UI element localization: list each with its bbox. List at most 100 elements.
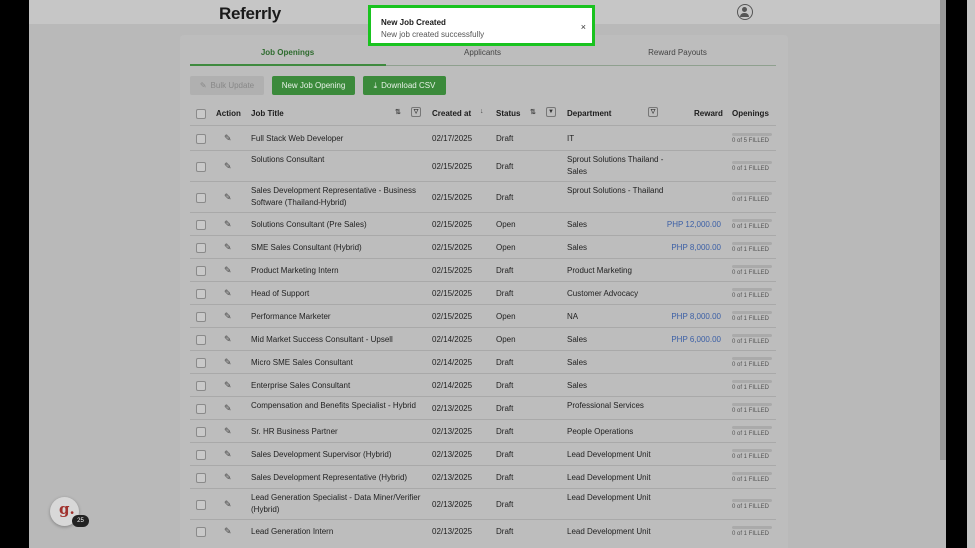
edit-icon[interactable]: ✎ xyxy=(224,242,232,253)
row-checkbox[interactable] xyxy=(196,312,206,322)
table-row[interactable]: ✎ Performance Marketer 02/15/2025 Open NA PHP… xyxy=(190,304,776,328)
openings-count: 0 of 1 FILLED xyxy=(732,362,770,368)
header-created-at[interactable]: Created at xyxy=(432,109,471,118)
table-row[interactable]: ✎ Micro SME Sales Consultant 02/14/2025 Dra… xyxy=(190,350,776,374)
edit-icon[interactable]: ✎ xyxy=(224,426,232,437)
job-title-cell[interactable]: Lead Generation Intern xyxy=(251,526,421,538)
job-title-cell[interactable]: Product Marketing Intern xyxy=(251,265,421,277)
row-checkbox[interactable] xyxy=(196,500,206,510)
sort-icon[interactable]: ⇅ xyxy=(530,108,536,116)
user-icon[interactable] xyxy=(737,4,753,20)
job-title-cell[interactable]: Solutions Consultant xyxy=(251,154,421,166)
job-title-cell[interactable]: Head of Support xyxy=(251,288,421,300)
job-title-cell[interactable]: Micro SME Sales Consultant xyxy=(251,357,421,369)
table-row[interactable]: ✎ Sr. HR Business Partner 02/13/2025 Draft P… xyxy=(190,419,776,443)
job-title-cell[interactable]: SME Sales Consultant (Hybrid) xyxy=(251,242,421,254)
edit-icon[interactable]: ✎ xyxy=(224,192,232,203)
job-title-cell[interactable]: Solutions Consultant (Pre Sales) xyxy=(251,219,421,231)
sort-desc-icon[interactable]: ↓ xyxy=(480,108,484,115)
tab-job-openings[interactable]: Job Openings xyxy=(190,48,385,57)
table-row[interactable]: ✎ Sales Development Representative - Busi… xyxy=(190,181,776,213)
department-cell: Sales xyxy=(567,381,588,390)
table-row[interactable]: ✎ Product Marketing Intern 02/15/2025 Draft… xyxy=(190,258,776,282)
status-cell: Draft xyxy=(496,500,514,509)
bulk-update-button[interactable]: ✎ Bulk Update xyxy=(190,76,264,95)
status-cell: Draft xyxy=(496,527,514,536)
job-title-cell[interactable]: Performance Marketer xyxy=(251,311,421,323)
page-scrollbar[interactable] xyxy=(940,0,946,460)
job-title-cell[interactable]: Full Stack Web Developer xyxy=(251,133,421,145)
header-job-title[interactable]: Job Title xyxy=(251,109,284,118)
status-cell: Draft xyxy=(496,358,514,367)
job-title-cell[interactable]: Sales Development Representative (Hybrid… xyxy=(251,472,421,484)
table-row[interactable]: ✎ Mid Market Success Consultant - Upsell 0… xyxy=(190,327,776,351)
new-job-opening-button[interactable]: New Job Opening xyxy=(272,76,355,95)
row-checkbox[interactable] xyxy=(196,381,206,391)
header-status[interactable]: Status xyxy=(496,109,520,118)
row-checkbox[interactable] xyxy=(196,450,206,460)
job-title-cell[interactable]: Compensation and Benefits Specialist - H… xyxy=(251,400,421,412)
edit-icon[interactable]: ✎ xyxy=(224,499,232,510)
department-cell: Sales xyxy=(567,358,588,367)
openings-progress-bar xyxy=(732,242,772,245)
edit-icon[interactable]: ✎ xyxy=(224,357,232,368)
table-row[interactable]: ✎ Sales Development Supervisor (Hybrid) 02… xyxy=(190,442,776,466)
table-row[interactable]: ✎ Solutions Consultant 02/15/2025 Draft Spro… xyxy=(190,150,776,182)
edit-icon[interactable]: ✎ xyxy=(224,449,232,460)
row-checkbox[interactable] xyxy=(196,220,206,230)
filter-icon[interactable]: ▼ xyxy=(546,107,556,117)
edit-icon[interactable]: ✎ xyxy=(224,403,232,414)
edit-icon[interactable]: ✎ xyxy=(224,380,232,391)
openings-progress-bar xyxy=(732,288,772,291)
table-row[interactable]: ✎ Sales Development Representative (Hybri… xyxy=(190,465,776,489)
download-csv-button[interactable]: ⤓ Download CSV xyxy=(363,76,446,95)
edit-icon[interactable]: ✎ xyxy=(224,526,232,537)
row-checkbox[interactable] xyxy=(196,162,206,172)
status-cell: Open xyxy=(496,220,516,229)
edit-icon[interactable]: ✎ xyxy=(224,334,232,345)
sort-icon[interactable]: ⇅ xyxy=(395,108,401,116)
table-row[interactable]: ✎ Solutions Consultant (Pre Sales) 02/15/2… xyxy=(190,212,776,236)
edit-icon[interactable]: ✎ xyxy=(224,161,232,172)
tab-reward-payouts[interactable]: Reward Payouts xyxy=(580,48,775,57)
select-all-checkbox[interactable] xyxy=(196,109,206,119)
table-row[interactable]: ✎ Enterprise Sales Consultant 02/14/2025 Dr… xyxy=(190,373,776,397)
row-checkbox[interactable] xyxy=(196,358,206,368)
edit-icon[interactable]: ✎ xyxy=(224,472,232,483)
app-logo[interactable]: Referrly xyxy=(219,4,281,24)
table-row[interactable]: ✎ SME Sales Consultant (Hybrid) 02/15/2025… xyxy=(190,235,776,259)
edit-icon[interactable]: ✎ xyxy=(224,265,232,276)
table-row[interactable]: ✎ Lead Generation Intern 02/13/2025 Draft Le… xyxy=(190,519,776,543)
table-row[interactable]: ✎ Lead Generation Specialist - Data Miner… xyxy=(190,488,776,520)
job-title-cell[interactable]: Sr. HR Business Partner xyxy=(251,426,421,438)
filter-icon[interactable]: ▽ xyxy=(411,107,421,117)
row-checkbox[interactable] xyxy=(196,266,206,276)
row-checkbox[interactable] xyxy=(196,527,206,537)
table-row[interactable]: ✎ Full Stack Web Developer 02/17/2025 Draft… xyxy=(190,125,776,151)
table-row[interactable]: ✎ Compensation and Benefits Specialist - … xyxy=(190,396,776,420)
row-checkbox[interactable] xyxy=(196,473,206,483)
row-checkbox[interactable] xyxy=(196,427,206,437)
row-checkbox[interactable] xyxy=(196,404,206,414)
row-checkbox[interactable] xyxy=(196,134,206,144)
page-scroll-track[interactable] xyxy=(967,0,975,548)
row-checkbox[interactable] xyxy=(196,289,206,299)
row-checkbox[interactable] xyxy=(196,335,206,345)
table-row[interactable]: ✎ Head of Support 02/15/2025 Draft Customer … xyxy=(190,281,776,305)
row-checkbox[interactable] xyxy=(196,193,206,203)
tab-applicants[interactable]: Applicants xyxy=(385,48,580,57)
job-title-cell[interactable]: Sales Development Representative - Busin… xyxy=(251,185,421,209)
header-reward: Reward xyxy=(694,109,723,118)
close-icon[interactable]: × xyxy=(581,22,586,32)
job-title-cell[interactable]: Mid Market Success Consultant - Upsell xyxy=(251,334,421,346)
job-title-cell[interactable]: Lead Generation Specialist - Data Miner/… xyxy=(251,492,421,516)
filter-icon[interactable]: ▽ xyxy=(648,107,658,117)
edit-icon[interactable]: ✎ xyxy=(224,133,232,144)
edit-icon[interactable]: ✎ xyxy=(224,288,232,299)
openings-count: 0 of 1 FILLED xyxy=(732,408,770,414)
edit-icon[interactable]: ✎ xyxy=(224,219,232,230)
job-title-cell[interactable]: Sales Development Supervisor (Hybrid) xyxy=(251,449,421,461)
row-checkbox[interactable] xyxy=(196,243,206,253)
job-title-cell[interactable]: Enterprise Sales Consultant xyxy=(251,380,421,392)
edit-icon[interactable]: ✎ xyxy=(224,311,232,322)
